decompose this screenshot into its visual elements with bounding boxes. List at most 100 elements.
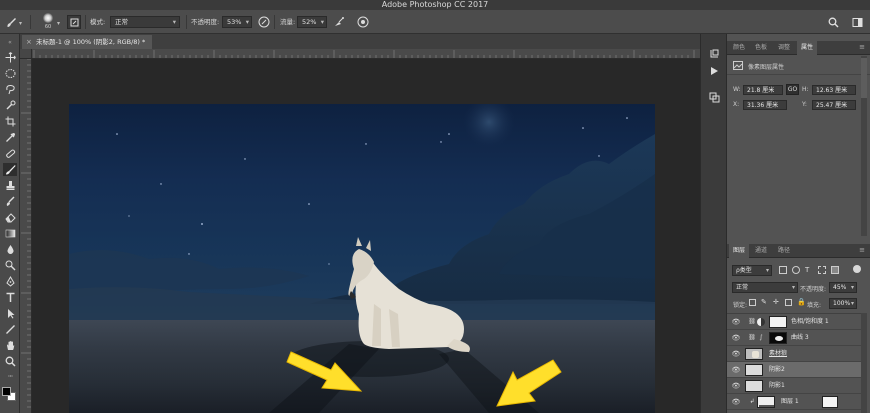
tab-channels[interactable]: 通道 [751, 244, 771, 258]
layer-row[interactable]: 👁 ↲ 图层 1 [727, 394, 863, 410]
lock-artboard-icon[interactable] [785, 299, 792, 306]
dodge-tool-icon[interactable] [3, 259, 17, 272]
tab-paths[interactable]: 路径 [774, 244, 794, 258]
lasso-tool-icon[interactable] [3, 83, 17, 96]
filter-adjustment-icon[interactable] [792, 266, 800, 274]
visibility-eye-icon[interactable]: 👁 [731, 349, 741, 359]
more-tools-icon[interactable]: ··· [3, 370, 17, 383]
visibility-eye-icon[interactable]: 👁 [731, 317, 741, 327]
layer-opacity-input[interactable]: 45% ▾ [829, 282, 857, 293]
visibility-eye-icon[interactable]: 👁 [731, 381, 741, 391]
tab-adjustments[interactable]: 调整 [774, 41, 794, 55]
lock-transparency-icon[interactable] [749, 299, 756, 306]
layer-row[interactable]: 👁 ⛓ ∫ 曲线 3 [727, 330, 863, 346]
x-field[interactable]: 31.36 厘米 [743, 100, 787, 110]
width-field[interactable]: 21.8 厘米 [743, 85, 783, 95]
layer-filter-select[interactable]: ρ类型 ▾ [732, 265, 772, 276]
eraser-tool-icon[interactable] [3, 211, 17, 224]
zoom-tool-icon[interactable] [3, 355, 17, 368]
layer-thumbnail[interactable] [757, 396, 775, 408]
hand-tool-icon[interactable] [3, 339, 17, 352]
ruler-origin[interactable] [20, 49, 32, 59]
filter-smart-object-icon[interactable] [831, 266, 839, 274]
clone-stamp-tool-icon[interactable] [3, 179, 17, 192]
path-selection-tool-icon[interactable] [3, 307, 17, 320]
play-actions-icon[interactable] [707, 64, 721, 78]
line-tool-icon[interactable] [3, 323, 17, 336]
layer-row[interactable]: 👁 ⛓ 色相/饱和度 1 [727, 314, 863, 330]
tab-swatches[interactable]: 色板 [751, 41, 771, 55]
foreground-color-swatch[interactable] [2, 387, 11, 396]
opacity-input[interactable]: 53% ▾ [222, 16, 252, 28]
layer-name[interactable]: 色相/饱和度 1 [791, 314, 829, 330]
layer-name[interactable]: 曲线 3 [791, 330, 809, 346]
move-tool-icon[interactable] [3, 51, 17, 64]
gradient-tool-icon[interactable] [3, 227, 17, 240]
pressure-opacity-icon[interactable] [257, 15, 271, 29]
filter-shape-icon[interactable] [818, 266, 826, 274]
visibility-eye-icon[interactable]: 👁 [731, 365, 741, 375]
properties-scroll-thumb[interactable] [861, 58, 867, 98]
airbrush-icon[interactable] [332, 15, 346, 29]
panel-menu-icon[interactable]: ≡ [859, 43, 865, 51]
layer-mask-thumbnail[interactable] [822, 396, 838, 408]
close-tab-icon[interactable]: × [26, 35, 32, 49]
layer-mask-thumbnail[interactable] [769, 316, 787, 328]
quick-select-tool-icon[interactable] [3, 99, 17, 112]
lock-position-icon[interactable]: ✛ [773, 299, 780, 306]
visibility-eye-icon[interactable]: 👁 [731, 333, 741, 343]
document-canvas[interactable] [69, 104, 655, 413]
layer-name[interactable]: 图层 1 [781, 394, 799, 410]
layer-name[interactable]: 阴影1 [769, 378, 785, 394]
tab-color[interactable]: 颜色 [729, 41, 749, 55]
search-icon[interactable] [826, 15, 840, 29]
eyedropper-tool-icon[interactable] [3, 131, 17, 144]
blend-mode-select[interactable]: 正常 ▾ [732, 282, 798, 293]
layer-row-selected[interactable]: 👁 阴影2 [727, 362, 863, 378]
layer-row[interactable]: 👁 阴影1 [727, 378, 863, 394]
flow-input[interactable]: 52% ▾ [297, 16, 327, 28]
link-dimensions-toggle[interactable]: GO [786, 84, 799, 95]
navigator-icon[interactable] [707, 90, 721, 104]
marquee-tool-icon[interactable] [3, 67, 17, 80]
type-tool-icon[interactable] [3, 291, 17, 304]
layer-thumbnail[interactable] [745, 380, 763, 392]
crop-tool-icon[interactable] [3, 115, 17, 128]
document-tab[interactable]: × 未标题-1 @ 100% (阴影2, RGB/8) * [22, 35, 152, 49]
layer-mask-thumbnail[interactable] [769, 332, 787, 344]
layer-thumbnail[interactable] [745, 348, 763, 360]
brush-tool-icon[interactable] [3, 163, 17, 176]
blur-tool-icon[interactable] [3, 243, 17, 256]
layer-row[interactable]: 👁 素材狼 [727, 346, 863, 362]
visibility-eye-icon[interactable]: 👁 [731, 397, 741, 407]
layer-thumbnail[interactable] [745, 364, 763, 376]
mode-select[interactable]: 正常 ▾ [110, 16, 180, 28]
panel-collapse-icon[interactable]: « [3, 36, 17, 49]
workspace-icon[interactable] [850, 15, 864, 29]
layers-menu-icon[interactable]: ≡ [859, 246, 865, 254]
layer-name[interactable]: 素材狼 [769, 346, 787, 362]
vertical-ruler[interactable] [20, 49, 32, 413]
lock-pixels-icon[interactable]: ✎ [761, 299, 768, 306]
pen-tool-icon[interactable] [3, 275, 17, 288]
layers-scrollbar[interactable] [861, 313, 867, 413]
y-field[interactable]: 25.47 厘米 [812, 100, 856, 110]
healing-brush-tool-icon[interactable] [3, 147, 17, 160]
brush-panel-toggle-icon[interactable] [67, 15, 81, 29]
brush-preset-picker[interactable]: 60 [40, 12, 56, 32]
fill-input[interactable]: 100% ▾ [829, 298, 857, 309]
filter-toggle-icon[interactable] [853, 265, 861, 273]
tab-properties[interactable]: 属性 [797, 41, 818, 55]
horizontal-ruler[interactable] [32, 49, 700, 59]
tool-preset-chevron-icon[interactable]: ▾ [19, 20, 22, 27]
history-icon[interactable] [707, 46, 721, 60]
height-field[interactable]: 12.63 厘米 [812, 85, 856, 95]
layer-name[interactable]: 阴影2 [769, 362, 785, 378]
canvas-area[interactable] [32, 59, 700, 413]
pressure-size-icon[interactable] [356, 15, 370, 29]
lock-all-icon[interactable]: 🔒 [797, 299, 806, 306]
filter-type-icon[interactable]: T [805, 266, 813, 274]
tab-layers[interactable]: 图层 [729, 244, 750, 258]
brush-tool-icon[interactable] [4, 15, 18, 29]
filter-pixel-icon[interactable] [779, 266, 787, 274]
